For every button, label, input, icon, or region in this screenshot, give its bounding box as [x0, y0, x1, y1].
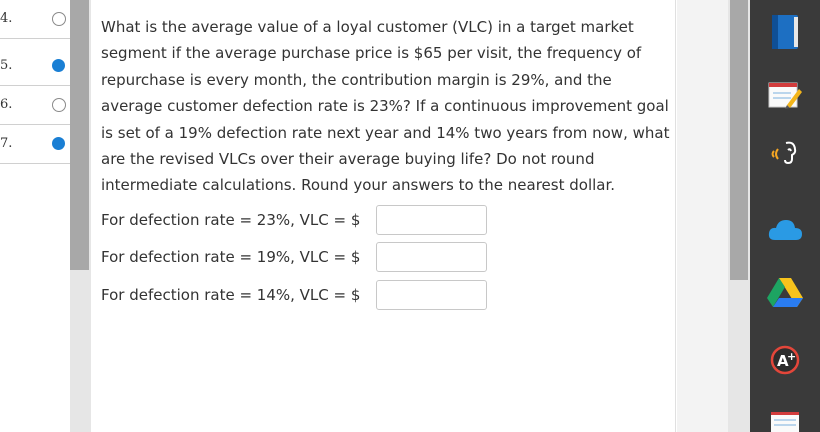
read-aloud-icon[interactable] [765, 134, 805, 174]
vlc-23-input[interactable] [376, 205, 487, 235]
page-scrollbar-thumb[interactable] [730, 0, 748, 280]
drive-icon[interactable] [765, 272, 805, 312]
answer-label: For defection rate = 14%, VLC = $ [101, 286, 361, 304]
grade-a-plus-icon[interactable]: A + [765, 340, 805, 380]
extension-dock: A + [750, 0, 820, 432]
nav-item-5[interactable]: 5. [0, 47, 70, 86]
nav-item-4[interactable]: 4. [0, 0, 70, 39]
question-status-radio[interactable] [52, 137, 65, 150]
notepad-pencil-icon[interactable] [765, 75, 805, 115]
answer-row-19: For defection rate = 19%, VLC = $ [101, 242, 501, 272]
content-gutter [677, 0, 728, 432]
navigator-scrollbar-thumb[interactable] [70, 0, 89, 270]
book-icon[interactable] [765, 12, 805, 52]
question-status-radio[interactable] [52, 59, 65, 72]
question-panel: What is the average value of a loyal cus… [91, 0, 676, 432]
vlc-19-input[interactable] [376, 242, 487, 272]
nav-item-7[interactable]: 7. [0, 125, 70, 164]
question-status-radio[interactable] [52, 98, 66, 112]
answer-row-14: For defection rate = 14%, VLC = $ [101, 280, 501, 310]
answer-label: For defection rate = 23%, VLC = $ [101, 211, 361, 229]
vlc-14-input[interactable] [376, 280, 487, 310]
cloud-icon[interactable] [765, 210, 805, 250]
nav-item-6[interactable]: 6. [0, 86, 70, 125]
nav-item-number: 7. [0, 136, 13, 151]
nav-item-number: 5. [0, 58, 13, 73]
nav-item-number: 6. [0, 97, 13, 112]
answer-label: For defection rate = 19%, VLC = $ [101, 248, 361, 266]
question-text: What is the average value of a loyal cus… [101, 18, 670, 195]
notebook-icon[interactable] [765, 400, 805, 432]
question-navigator: 4. 5. 6. 7. [0, 0, 70, 432]
answer-row-23: For defection rate = 23%, VLC = $ [101, 205, 501, 235]
question-status-radio[interactable] [52, 12, 66, 26]
svg-text:+: + [787, 350, 796, 363]
nav-item-number: 4. [0, 11, 13, 26]
